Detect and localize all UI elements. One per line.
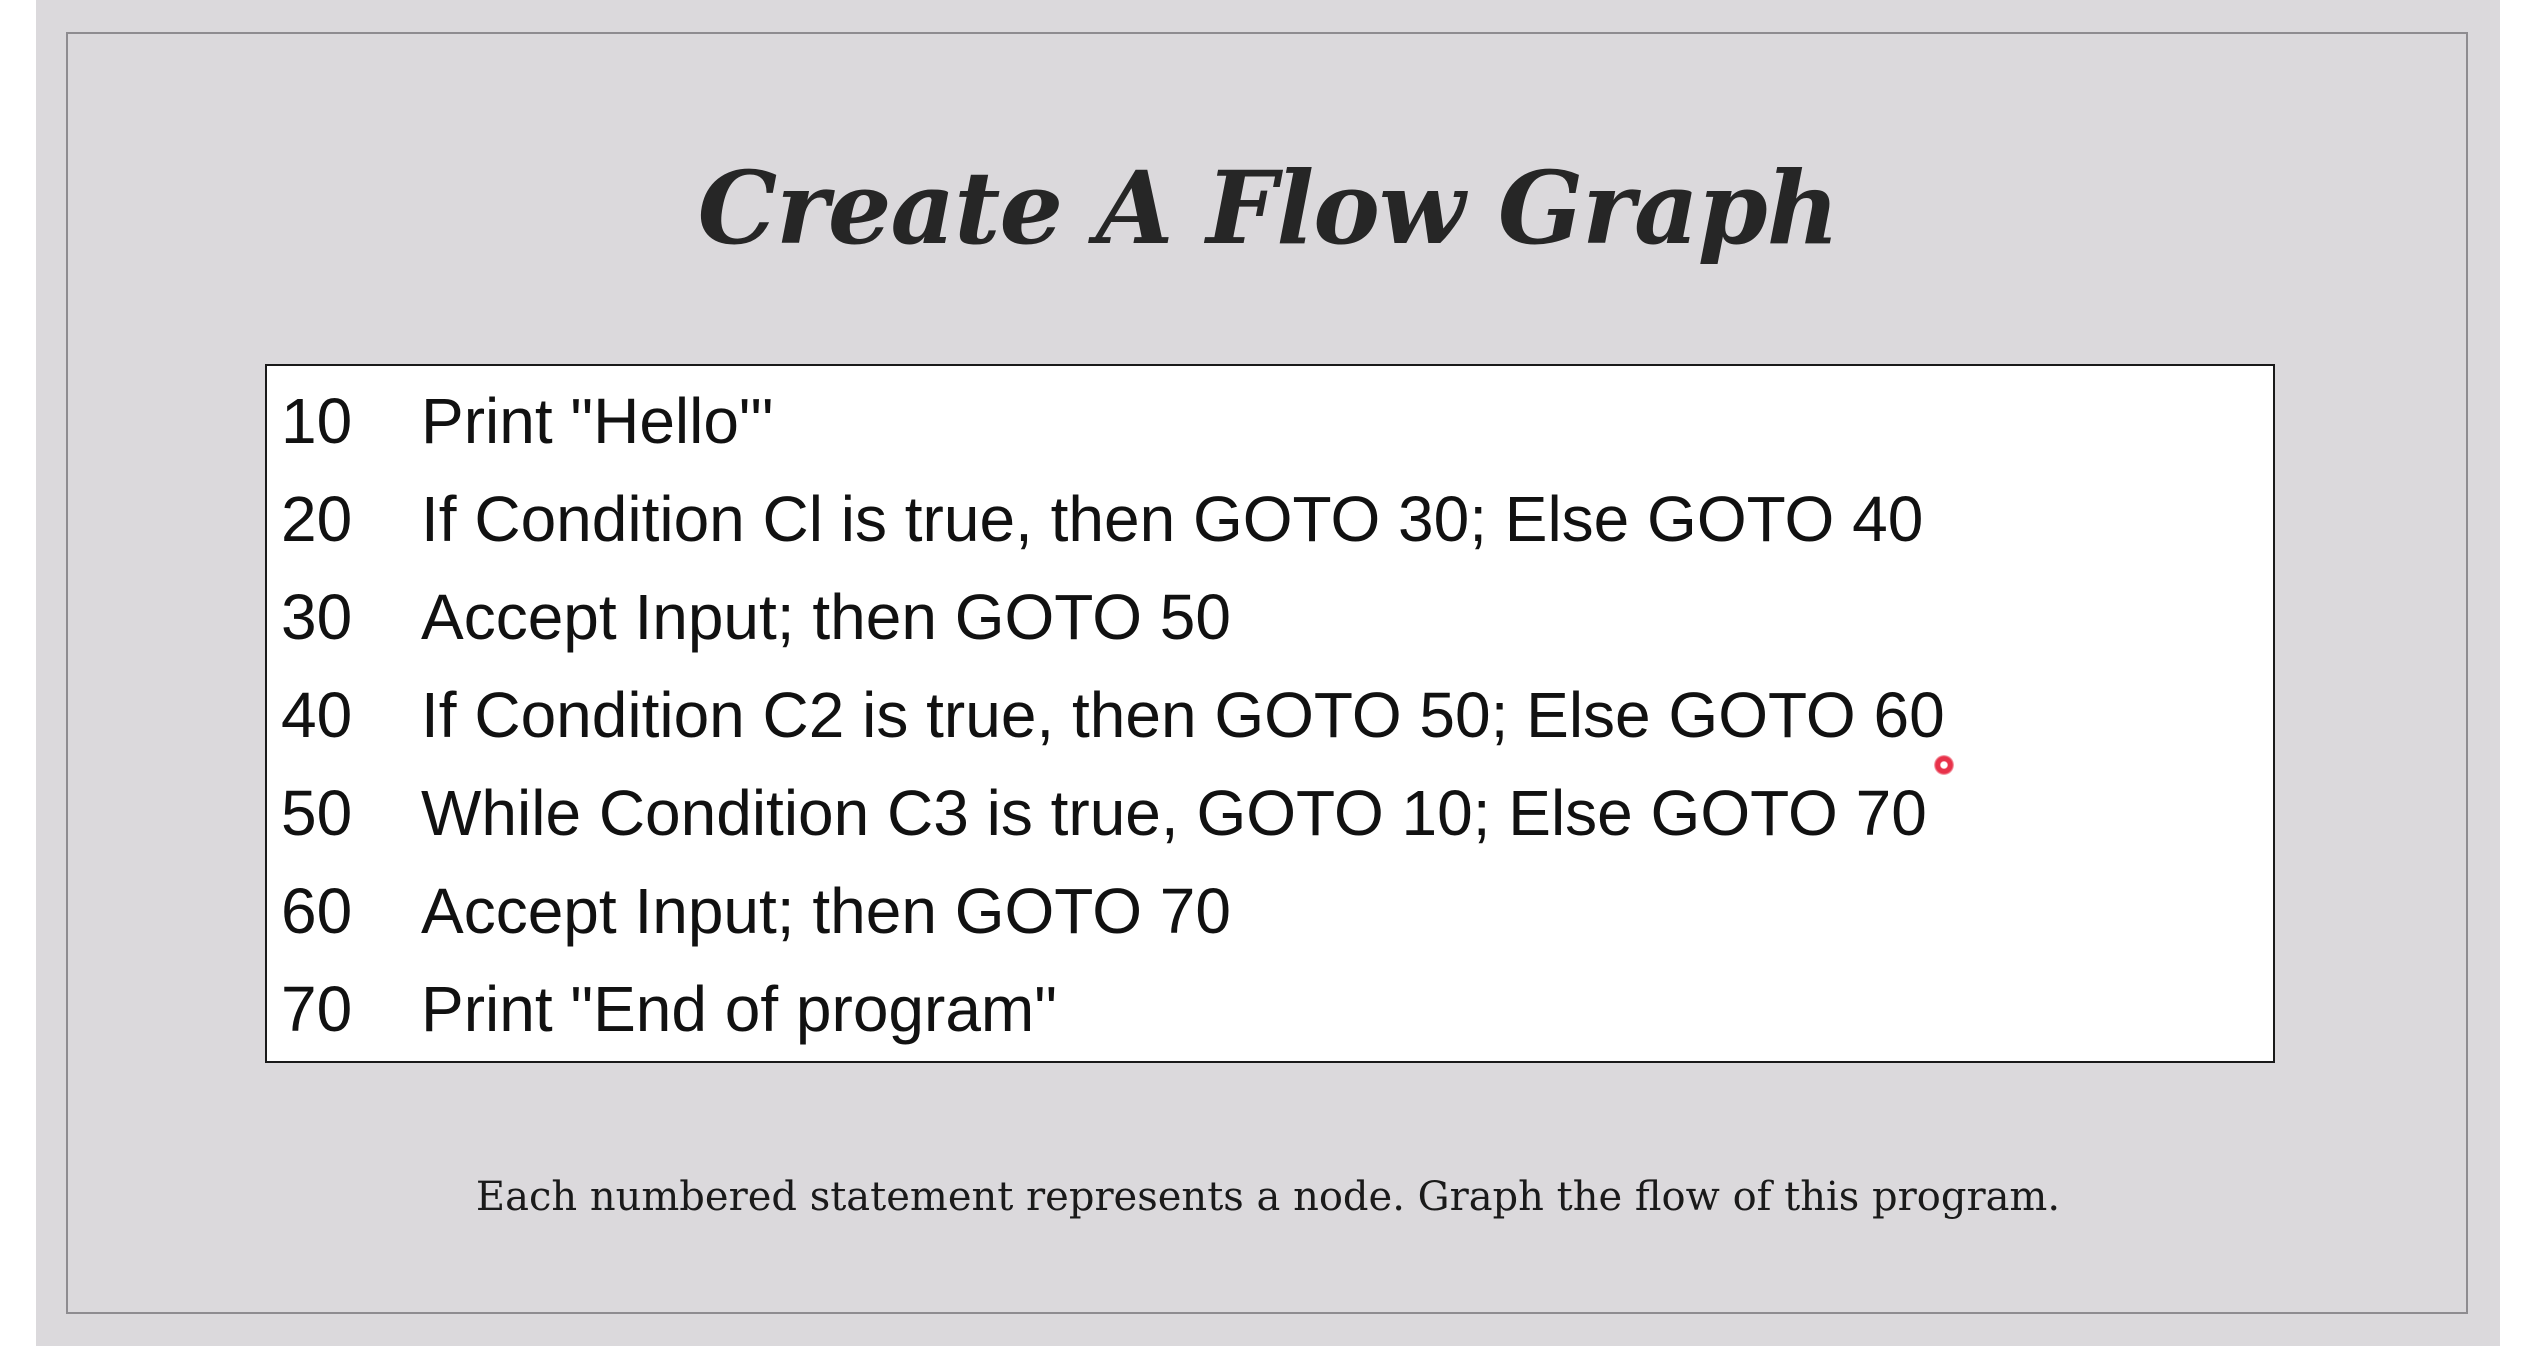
slide-title: Create A Flow Graph — [697, 149, 1840, 267]
line-number: 40 — [281, 679, 353, 751]
code-listing: 10 Print "Hello"' 20 If Condition Cl is … — [265, 364, 2275, 1063]
line-number: 10 — [281, 385, 353, 457]
statement-text: If Condition C2 is true, then GOTO 50; E… — [421, 679, 1945, 751]
slide-caption: Each numbered statement represents a nod… — [475, 1174, 2061, 1220]
line-number: 60 — [281, 875, 353, 947]
statement-text: If Condition Cl is true, then GOTO 30; E… — [421, 483, 1924, 555]
statement-text: Accept Input; then GOTO 50 — [421, 581, 1231, 653]
statement-text: Print "End of program" — [421, 973, 1057, 1045]
slide: Create A Flow Graph 10 Print "Hello"' 20… — [36, 0, 2500, 1346]
line-number: 20 — [281, 483, 353, 555]
line-number: 50 — [281, 777, 353, 849]
statement-text: Accept Input; then GOTO 70 — [421, 875, 1231, 947]
laser-pointer-icon — [1934, 755, 1954, 775]
statement-text: Print "Hello"' — [421, 385, 774, 457]
statement-text: While Condition C3 is true, GOTO 10; Els… — [421, 777, 1927, 849]
line-number: 70 — [281, 973, 353, 1045]
line-number: 30 — [281, 581, 353, 653]
